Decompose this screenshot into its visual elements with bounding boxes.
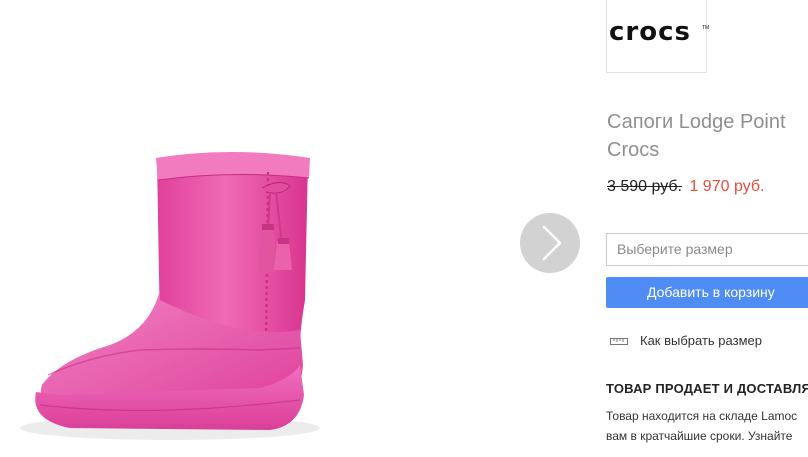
- brand-logo: crocs: [609, 17, 691, 47]
- size-select[interactable]: Выберите размер: [606, 233, 808, 266]
- brand-logo-link[interactable]: crocs TM: [606, 0, 710, 73]
- old-price: 3 590 руб.: [607, 178, 682, 195]
- product-title: Сапоги Lodge Point Crocs: [607, 108, 808, 164]
- seller-text-line: Товар находится на складе Lamoc: [606, 409, 798, 423]
- seller-text-line: вам в кратчайшие сроки. Узнайте: [606, 429, 793, 443]
- ruler-icon: [610, 338, 628, 345]
- seller-heading: ТОВАР ПРОДАЕТ И ДОСТАВЛЯЕ: [606, 381, 808, 396]
- price-row: 3 590 руб. 1 970 руб.: [607, 178, 764, 196]
- sale-price: 1 970 руб.: [689, 178, 765, 195]
- add-to-cart-button[interactable]: Добавить в корзину: [606, 277, 808, 308]
- pink-boot-image: [20, 152, 320, 440]
- product-title-line: Сапоги Lodge Point: [607, 111, 786, 133]
- product-page: crocs TM Сапоги Lodge Point Crocs 3 590 …: [0, 0, 808, 457]
- product-title-brand: Crocs: [607, 139, 660, 161]
- size-guide-label: Как выбрать размер: [640, 333, 762, 348]
- chevron-right-icon: [542, 225, 562, 261]
- seller-description: Товар находится на складе Lamoc вам в кр…: [606, 406, 797, 446]
- gallery-next-button[interactable]: [520, 213, 580, 273]
- product-image[interactable]: [0, 0, 500, 457]
- trademark-mark: TM: [702, 25, 710, 31]
